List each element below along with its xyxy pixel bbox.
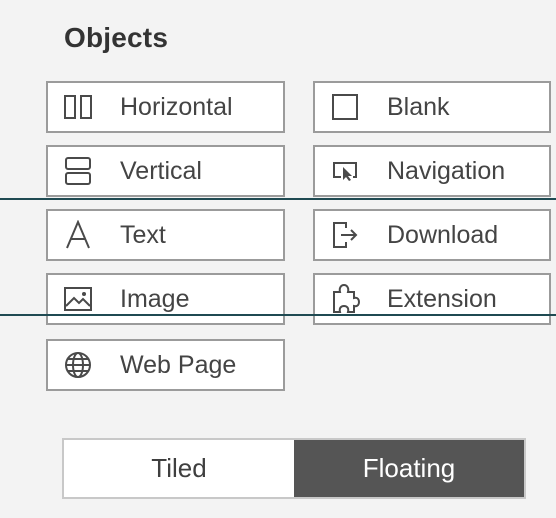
object-horizontal[interactable]: Horizontal [46, 81, 285, 133]
download-icon [315, 220, 375, 250]
object-label: Blank [387, 92, 450, 121]
object-blank[interactable]: Blank [313, 81, 551, 133]
extension-puzzle-icon [315, 283, 375, 315]
layout-toggle: Tiled Floating [62, 438, 526, 499]
object-download[interactable]: Download [313, 209, 551, 261]
navigation-icon [315, 159, 375, 183]
web-page-globe-icon [48, 350, 108, 380]
overlay-line [0, 198, 556, 200]
object-label: Horizontal [120, 92, 233, 121]
object-navigation[interactable]: Navigation [313, 145, 551, 197]
object-label: Download [387, 220, 499, 249]
object-label: Image [120, 284, 190, 313]
object-vertical[interactable]: Vertical [46, 145, 285, 197]
horizontal-layout-icon [48, 94, 108, 120]
object-extension[interactable]: Extension [313, 273, 551, 325]
object-label: Extension [387, 284, 497, 313]
overlay-line [0, 314, 556, 316]
objects-panel: Objects Horizontal Blank Vertical Naviga… [0, 0, 556, 518]
text-icon [48, 220, 108, 250]
objects-title: Objects [64, 22, 169, 53]
object-image[interactable]: Image [46, 273, 285, 325]
object-label: Vertical [120, 156, 202, 185]
tiled-option[interactable]: Tiled [64, 440, 294, 497]
object-label: Web Page [120, 350, 237, 379]
object-label: Navigation [387, 156, 506, 185]
object-web-page[interactable]: Web Page [46, 339, 285, 391]
vertical-layout-icon [48, 156, 108, 186]
floating-option[interactable]: Floating [294, 440, 524, 497]
object-text[interactable]: Text [46, 209, 285, 261]
image-icon [48, 286, 108, 312]
object-label: Text [120, 220, 166, 249]
blank-icon [315, 93, 375, 121]
